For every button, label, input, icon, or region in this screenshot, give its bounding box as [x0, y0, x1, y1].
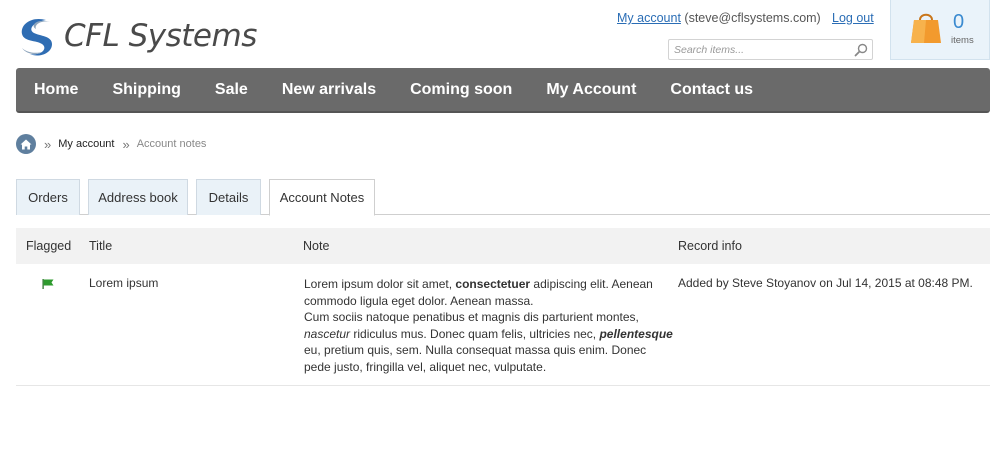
account-notes-table: Flagged Title Note Record info Lorem ips… — [16, 228, 990, 386]
cart-label: items — [951, 35, 974, 46]
note-text-bold: consectetuer — [455, 277, 531, 291]
breadcrumb-my-account[interactable]: My account — [58, 138, 114, 150]
column-header-note: Note — [303, 239, 330, 253]
account-email: (steve@cflsystems.com) — [684, 11, 821, 25]
cart-widget[interactable] — [890, 0, 990, 60]
cart-count: 0 — [953, 11, 965, 33]
nav-item-new-arrivals[interactable]: New arrivals — [282, 81, 376, 99]
record-info: Added by Steve Stoyanov on Jul 14, 2015 … — [678, 276, 973, 290]
tab-address-book[interactable]: Address book — [88, 179, 188, 215]
shopping-bag-icon — [910, 10, 942, 47]
breadcrumb: » My account » Account notes — [16, 134, 206, 154]
note-text-segment: ridiculus mus. Donec quam felis, ultrici… — [350, 326, 600, 341]
logo-swirl-icon — [21, 18, 52, 56]
tab-orders[interactable]: Orders — [16, 179, 80, 215]
tab-details[interactable]: Details — [196, 179, 261, 215]
nav-item-shipping[interactable]: Shipping — [112, 81, 180, 99]
account-tabs: Orders Address book Details Account Note… — [16, 179, 990, 216]
nav-item-sale[interactable]: Sale — [215, 81, 248, 99]
note-text: Lorem ipsum dolor sit amet, consectetuer… — [304, 276, 674, 375]
nav-item-my-account[interactable]: My Account — [546, 81, 636, 99]
flag-icon[interactable] — [42, 278, 54, 292]
note-text-segment: Cum sociis natoque penatibus et magnis d… — [304, 310, 639, 324]
nav-item-contact-us[interactable]: Contact us — [670, 81, 753, 99]
breadcrumb-separator: » — [44, 136, 52, 152]
my-account-link[interactable]: My account — [617, 11, 681, 25]
site-header: CFL Systems My account (steve@cflsystems… — [0, 0, 1000, 68]
nav-item-home[interactable]: Home — [34, 81, 78, 99]
logo[interactable]: CFL Systems — [16, 14, 257, 58]
note-text-segment: Lorem ipsum dolor sit amet, — [304, 277, 456, 291]
note-paragraph: Lorem ipsum dolor sit amet, consectetuer… — [304, 276, 674, 309]
note-paragraph: Cum sociis natoque penatibus et magnis d… — [304, 309, 674, 375]
home-icon[interactable] — [16, 134, 36, 154]
search-icon[interactable] — [854, 43, 868, 60]
tab-account-notes[interactable]: Account Notes — [269, 179, 375, 216]
table-header: Flagged Title Note Record info — [16, 228, 990, 264]
search-box — [668, 39, 873, 60]
note-text-segment: eu, pretium quis, sem. Nulla consequat m… — [304, 343, 647, 374]
account-info: My account (steve@cflsystems.com) — [617, 11, 821, 25]
column-header-flagged: Flagged — [26, 239, 72, 253]
column-header-record-info: Record info — [678, 239, 742, 253]
brand-name: CFL Systems — [64, 18, 257, 54]
search-input[interactable] — [669, 40, 849, 59]
note-title: Lorem ipsum — [89, 276, 159, 290]
column-header-title: Title — [89, 239, 113, 253]
nav-item-coming-soon[interactable]: Coming soon — [410, 81, 512, 99]
breadcrumb-account-notes: Account notes — [136, 138, 207, 150]
note-text-italic: nascetur — [304, 326, 351, 341]
breadcrumb-separator: » — [122, 136, 130, 152]
note-text-bold-italic: pellentesque — [599, 326, 673, 341]
main-nav: Home Shipping Sale New arrivals Coming s… — [16, 68, 990, 113]
table-row: Lorem ipsum Lorem ipsum dolor sit amet, … — [16, 264, 990, 386]
logout-link[interactable]: Log out — [832, 11, 874, 25]
